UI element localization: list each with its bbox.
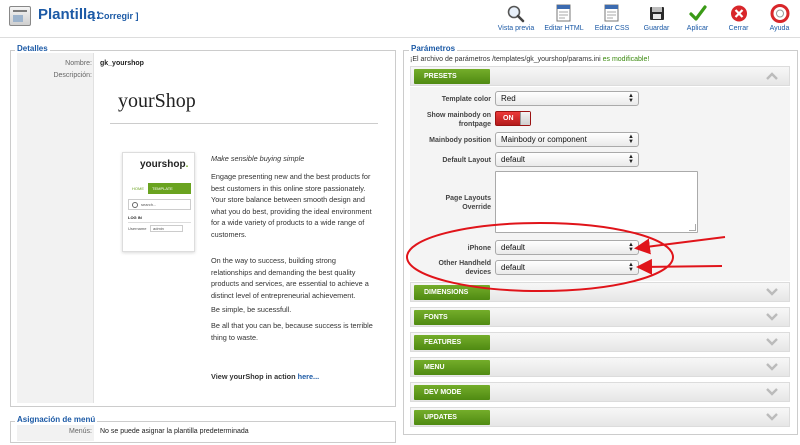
template-thumbnail: yourshop. HOME TEMPLATE search... LOG IN… <box>122 152 195 252</box>
section-updates-pill: UPDATES <box>414 410 490 425</box>
name-value: gk_yourshop <box>100 60 144 67</box>
help-label: Ayuda <box>769 25 790 32</box>
edit-css-button[interactable]: Editar CSS <box>588 4 636 34</box>
params-file-path: ¡El archivo de parámetros /templates/gk_… <box>410 56 601 63</box>
brand-divider <box>110 123 378 124</box>
save-button[interactable]: Guardar <box>636 4 677 34</box>
thumbnail-login: LOG IN <box>128 215 142 220</box>
section-fonts[interactable]: FONTS <box>410 307 790 327</box>
page-layouts-override-textarea[interactable] <box>495 171 698 233</box>
section-presets[interactable]: PRESETS <box>410 66 790 86</box>
page-layouts-override-label: Page Layouts Override <box>445 195 491 211</box>
thumbnail-username-field: admin <box>150 225 183 232</box>
thumbnail-nav-home: HOME <box>128 183 148 194</box>
select-arrows-icon: ▲ ▼ <box>628 262 634 273</box>
preview-button[interactable]: Vista previa <box>492 4 540 34</box>
show-mainbody-label: Show mainbody on frontpage <box>426 112 491 128</box>
iphone-label: iPhone <box>467 245 491 252</box>
mainbody-position-label: Mainbody position <box>429 137 491 144</box>
edit-html-label: Editar HTML <box>544 25 584 32</box>
section-dimensions[interactable]: DIMENSIONS <box>410 282 790 302</box>
apply-label: Aplicar <box>686 25 709 32</box>
close-label: Cerrar <box>728 25 749 32</box>
section-dimensions-pill: DIMENSIONS <box>414 285 490 300</box>
chevron-down-icon <box>765 386 779 398</box>
page-header: Plantilla: [ Corregir ] Vista previa Edi… <box>0 0 800 38</box>
section-menu[interactable]: MENU <box>410 357 790 377</box>
apply-button[interactable]: Aplicar <box>677 4 718 34</box>
checkmark-icon <box>687 4 709 23</box>
select-arrows-icon: ▲ ▼ <box>628 93 634 104</box>
mainbody-position-select[interactable]: Mainbody or component ▲ ▼ <box>495 132 639 147</box>
close-icon <box>728 4 750 23</box>
template-color-label: Template color <box>441 96 491 103</box>
chevron-down-icon <box>765 336 779 348</box>
toolbar: Vista previa Editar HTML Editar CSS Guar… <box>492 4 800 34</box>
description-label: Descripción: <box>53 72 92 79</box>
thumbnail-logo: yourshop. <box>140 159 189 170</box>
details-label-column <box>17 53 94 403</box>
edit-css-label: Editar CSS <box>594 25 630 32</box>
chevron-down-icon <box>765 411 779 423</box>
description-p2: On the way to success, building strong r… <box>211 256 369 300</box>
close-button[interactable]: Cerrar <box>718 4 759 34</box>
thumbnail-search: search... <box>128 199 191 210</box>
description-p4: Be all that you can be, because success … <box>211 321 373 342</box>
description-p3: Be simple, be sucessfull. <box>211 305 292 314</box>
default-layout-label: Default Layout <box>442 157 491 164</box>
name-label: Nombre: <box>65 60 92 67</box>
menus-label: Menús: <box>69 428 92 435</box>
select-arrows-icon: ▲ ▼ <box>628 154 634 165</box>
chevron-down-icon <box>765 286 779 298</box>
section-updates[interactable]: UPDATES <box>410 407 790 427</box>
thumbnail-nav-template: TEMPLATE <box>152 186 173 191</box>
thumbnail-nav: HOME TEMPLATE <box>128 183 191 194</box>
edit-html-button[interactable]: Editar HTML <box>540 4 588 34</box>
help-icon <box>769 4 791 23</box>
section-features[interactable]: FEATURES <box>410 332 790 352</box>
brand-title: yourShop <box>118 90 196 112</box>
show-mainbody-toggle[interactable]: ON <box>495 111 531 126</box>
section-dev-mode[interactable]: DEV MODE <box>410 382 790 402</box>
cta-link[interactable]: here... <box>298 372 320 381</box>
other-handheld-select[interactable]: default ▲ ▼ <box>495 260 639 275</box>
save-label: Guardar <box>643 25 670 32</box>
iphone-select[interactable]: default ▲ ▼ <box>495 240 639 255</box>
cta-text: View yourShop in action <box>211 372 296 381</box>
select-arrows-icon: ▲ ▼ <box>628 134 634 145</box>
template-manager-icon <box>9 6 31 26</box>
template-color-select[interactable]: Red ▲ ▼ <box>495 91 639 106</box>
menu-assignment-legend: Asignación de menú <box>15 415 98 424</box>
section-menu-pill: MENU <box>414 360 490 375</box>
thumbnail-username-label: Username <box>128 226 147 231</box>
html-file-icon <box>553 4 575 23</box>
help-button[interactable]: Ayuda <box>759 4 800 34</box>
description-p1: Engage presenting new and the best produ… <box>211 172 372 239</box>
section-features-pill: FEATURES <box>414 335 490 350</box>
tagline: Make sensible buying simple <box>211 154 305 163</box>
section-presets-pill: PRESETS <box>414 69 490 84</box>
params-file-status: es modificable! <box>602 56 650 63</box>
save-icon <box>646 4 668 23</box>
section-dev-mode-pill: DEV MODE <box>414 385 490 400</box>
chevron-down-icon <box>765 361 779 373</box>
default-layout-select[interactable]: default ▲ ▼ <box>495 152 639 167</box>
params-file-info: ¡El archivo de parámetros /templates/gk_… <box>410 56 649 63</box>
parameters-legend: Parámetros <box>409 44 458 53</box>
cta-line: View yourShop in action here... <box>211 371 377 383</box>
css-file-icon <box>601 4 623 23</box>
section-fonts-pill: FONTS <box>414 310 490 325</box>
magnifier-icon <box>505 4 527 23</box>
chevron-up-icon <box>765 70 779 82</box>
page-subtitle: [ Corregir ] <box>92 11 139 21</box>
details-legend: Detalles <box>15 44 50 53</box>
menus-value: No se puede asignar la plantilla predete… <box>100 428 249 435</box>
thumbnail-divider <box>128 222 191 223</box>
chevron-down-icon <box>765 311 779 323</box>
other-handheld-label: Other Handheld devices <box>438 260 491 276</box>
preview-label: Vista previa <box>497 25 535 32</box>
select-arrows-icon: ▲ ▼ <box>628 242 634 253</box>
